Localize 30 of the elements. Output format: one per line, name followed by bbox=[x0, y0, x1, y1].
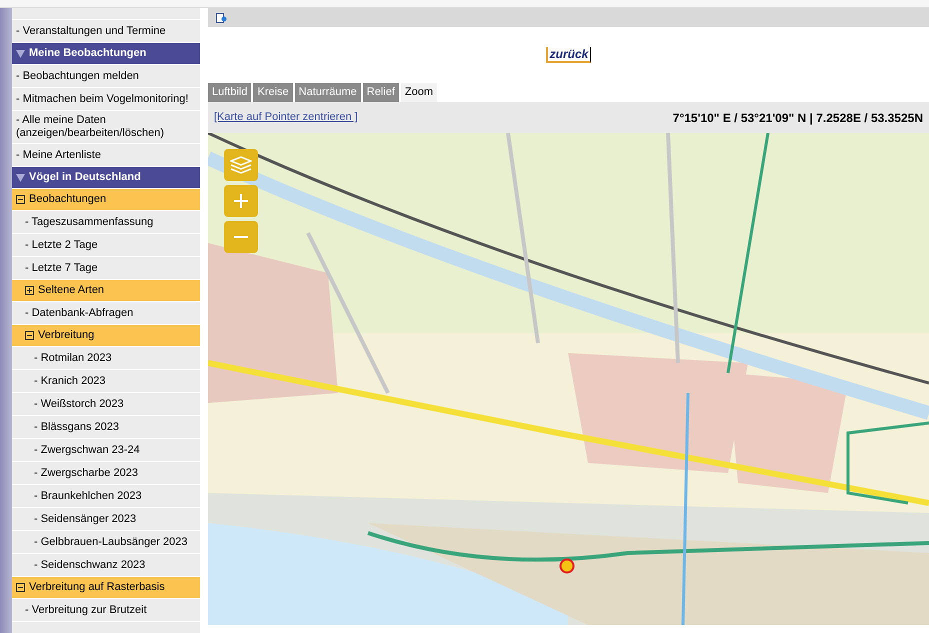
section-header[interactable]: Vögel in Deutschland bbox=[12, 167, 200, 189]
layers-icon bbox=[230, 156, 252, 174]
group-label: Verbreitung auf Rasterbasis bbox=[29, 580, 165, 596]
back-button[interactable]: zurück bbox=[546, 47, 592, 63]
coordinates-text: 7°15'10" E / 53°21'09" N | 7.2528E / 53.3525N bbox=[672, 110, 923, 126]
center-map-link[interactable]: [Karte auf Pointer zentrieren ] bbox=[214, 109, 358, 126]
location-marker-icon bbox=[559, 558, 575, 574]
layers-button[interactable] bbox=[224, 149, 258, 181]
group-label: Beobachtungen bbox=[29, 192, 106, 208]
menu-group[interactable]: Seltene Arten bbox=[12, 280, 200, 302]
menu-group[interactable]: Verbreitung bbox=[12, 325, 200, 347]
plus-icon bbox=[234, 194, 248, 208]
map-tab[interactable]: Zoom bbox=[400, 83, 437, 102]
group-label: Verbreitung bbox=[38, 328, 94, 344]
zoom-out-button[interactable] bbox=[224, 221, 258, 253]
section-title: Meine Beobachtungen bbox=[29, 46, 146, 62]
triangle-down-icon bbox=[16, 50, 25, 58]
group-label: Seltene Arten bbox=[38, 283, 104, 298]
menu-group[interactable]: Verbreitung auf Rasterbasis bbox=[12, 577, 200, 599]
zoom-in-button[interactable] bbox=[224, 185, 258, 217]
menu-group[interactable]: Beobachtungen bbox=[12, 189, 200, 211]
document-icon[interactable] bbox=[216, 12, 227, 22]
triangle-down-icon bbox=[16, 174, 25, 182]
collapse-icon bbox=[16, 583, 25, 592]
collapse-icon bbox=[25, 331, 34, 340]
expand-icon bbox=[25, 286, 34, 295]
section-title: Vögel in Deutschland bbox=[29, 170, 141, 186]
collapse-icon bbox=[16, 195, 25, 204]
minus-icon bbox=[234, 235, 248, 239]
section-header[interactable]: Meine Beobachtungen bbox=[12, 43, 200, 65]
